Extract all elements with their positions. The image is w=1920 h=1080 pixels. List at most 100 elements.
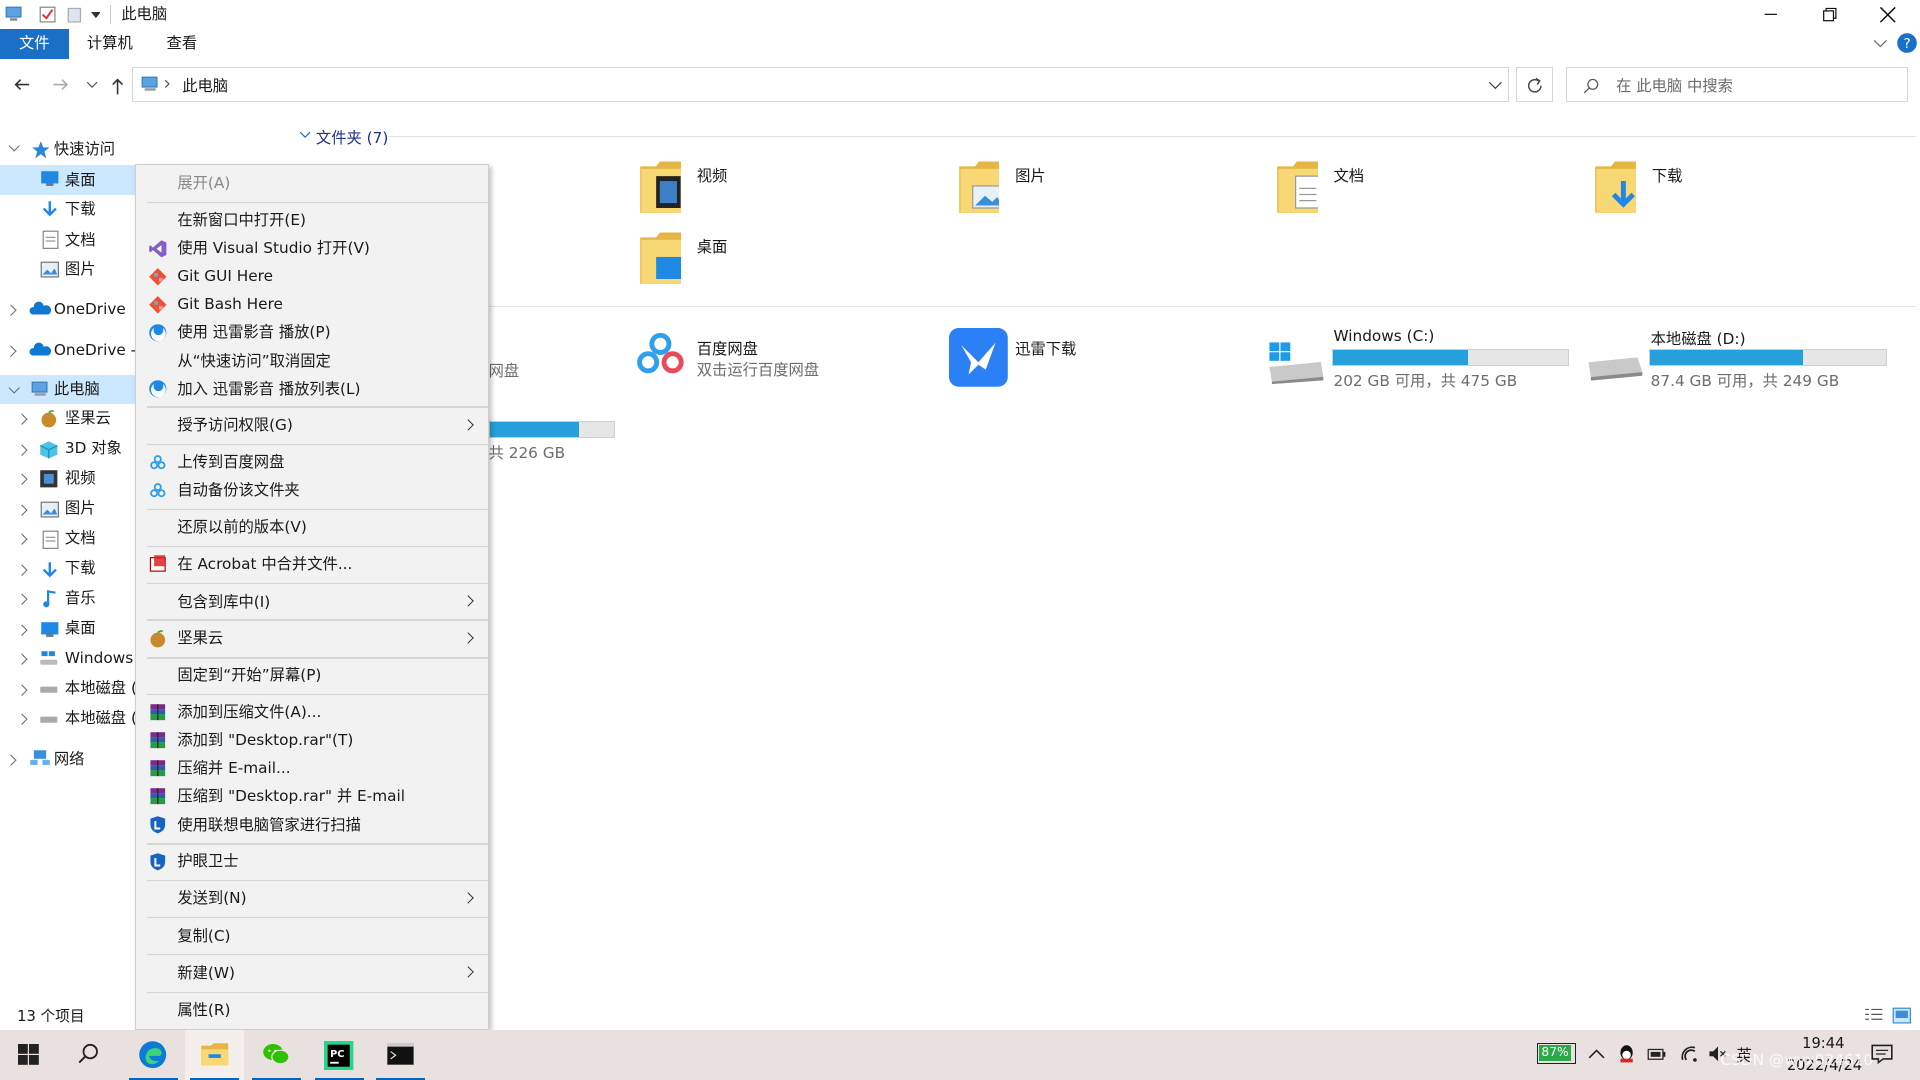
menu-jianguoyun[interactable]: 坚果云 bbox=[136, 625, 487, 652]
up-icon[interactable] bbox=[109, 76, 126, 96]
properties-quick-icon[interactable] bbox=[39, 6, 56, 23]
address-bar[interactable]: 此电脑 bbox=[132, 67, 1509, 102]
expand-chevron-icon[interactable] bbox=[5, 753, 18, 766]
start-windows-icon[interactable] bbox=[18, 1044, 40, 1066]
drive-d-label[interactable]: 本地磁盘 (D:) bbox=[1651, 327, 1746, 349]
expand-chevron-icon[interactable] bbox=[16, 563, 29, 576]
nav-pc-jianguoyun[interactable]: 坚果云 bbox=[65, 405, 111, 432]
menu-restore-versions[interactable]: 还原以前的版本(V) bbox=[136, 514, 487, 541]
nav-onedrive[interactable]: OneDrive bbox=[54, 296, 126, 323]
menu-xunlei-play[interactable]: 使用 迅雷影音 播放(P) bbox=[136, 319, 487, 346]
menu-git-gui[interactable]: Git GUI Here bbox=[136, 263, 487, 290]
taskbar-pycharm[interactable]: PC bbox=[310, 1030, 369, 1080]
menu-git-bash[interactable]: Git Bash Here bbox=[136, 291, 487, 318]
expand-chevron-icon[interactable] bbox=[16, 503, 29, 516]
expand-chevron-icon[interactable] bbox=[5, 304, 18, 317]
search-icon[interactable] bbox=[78, 1043, 100, 1065]
notification-center-icon[interactable] bbox=[1871, 1043, 1893, 1065]
search-placeholder[interactable]: 在 此电脑 中搜索 bbox=[1616, 74, 1733, 96]
menu-eye-guard[interactable]: 护眼卫士 bbox=[136, 848, 487, 875]
large-icons-view-icon[interactable] bbox=[1892, 1007, 1912, 1024]
nav-pc-desktop[interactable]: 桌面 bbox=[65, 615, 96, 642]
customize-toolbar-icon[interactable] bbox=[90, 12, 101, 19]
windows-drive-icon[interactable] bbox=[1267, 340, 1326, 385]
nav-pc-windows[interactable]: Windows bbox=[65, 645, 133, 672]
nav-quick-downloads[interactable]: 下载 bbox=[65, 196, 96, 223]
desktop-folder-icon[interactable] bbox=[639, 230, 681, 285]
videos-folder-icon[interactable] bbox=[639, 159, 681, 214]
menu-copy[interactable]: 复制(C) bbox=[136, 923, 487, 950]
documents-folder-label[interactable]: 文档 bbox=[1333, 164, 1364, 186]
menu-auto-backup[interactable]: 自动备份该文件夹 bbox=[136, 477, 487, 504]
desktop-folder-label[interactable]: 桌面 bbox=[697, 235, 728, 257]
wifi-icon[interactable] bbox=[1679, 1044, 1699, 1064]
forward-icon[interactable] bbox=[51, 76, 71, 93]
menu-pin-start[interactable]: 固定到“开始”屏幕(P) bbox=[136, 662, 487, 689]
nav-quick-documents[interactable]: 文档 bbox=[65, 227, 96, 254]
address-path[interactable]: 此电脑 bbox=[182, 74, 228, 96]
qq-icon[interactable] bbox=[1618, 1044, 1635, 1064]
this-pc-icon[interactable] bbox=[5, 6, 25, 23]
menu-open-new-window[interactable]: 在新窗口中打开(E) bbox=[136, 207, 487, 234]
menu-expand[interactable]: 展开(A) bbox=[136, 170, 487, 197]
help-icon[interactable]: ? bbox=[1896, 32, 1918, 54]
menu-compress-email[interactable]: 压缩并 E-mail... bbox=[136, 755, 487, 782]
restore-icon[interactable] bbox=[1820, 6, 1840, 23]
expand-chevron-icon[interactable] bbox=[16, 623, 29, 636]
nav-quick-desktop[interactable]: 桌面 bbox=[65, 167, 96, 194]
minimize-icon[interactable] bbox=[1761, 7, 1781, 22]
back-icon[interactable] bbox=[12, 76, 32, 93]
refresh-button[interactable] bbox=[1515, 67, 1553, 102]
nav-pc-pictures[interactable]: 图片 bbox=[65, 495, 96, 522]
nav-pc-documents[interactable]: 文档 bbox=[65, 525, 96, 552]
tab-view[interactable]: 查看 bbox=[151, 29, 213, 58]
menu-acrobat-merge[interactable]: 在 Acrobat 中合并文件... bbox=[136, 551, 487, 578]
downloads-folder-label[interactable]: 下载 bbox=[1652, 164, 1683, 186]
drive-c-label[interactable]: Windows (C:) bbox=[1333, 327, 1434, 345]
nav-pc-3d[interactable]: 3D 对象 bbox=[65, 435, 122, 462]
close-icon[interactable] bbox=[1878, 5, 1898, 25]
nav-pc-downloads[interactable]: 下载 bbox=[65, 555, 96, 582]
nav-pc-videos[interactable]: 视频 bbox=[65, 465, 96, 492]
taskbar-file-explorer[interactable] bbox=[184, 1029, 244, 1080]
menu-upload-baidu[interactable]: 上传到百度网盘 bbox=[136, 449, 487, 476]
pictures-folder-label[interactable]: 图片 bbox=[1015, 164, 1046, 186]
taskbar-edge[interactable] bbox=[124, 1030, 183, 1080]
menu-new[interactable]: 新建(W) bbox=[136, 960, 487, 987]
expand-chevron-icon[interactable] bbox=[16, 533, 29, 546]
menu-lenovo-scan[interactable]: 使用联想电脑管家进行扫描 bbox=[136, 812, 487, 839]
menu-unpin-quick-access[interactable]: 从“快速访问”取消固定 bbox=[136, 348, 487, 375]
show-hidden-icons-icon[interactable] bbox=[1588, 1048, 1605, 1060]
expand-chevron-icon[interactable] bbox=[16, 443, 29, 456]
expand-chevron-icon[interactable] bbox=[16, 713, 29, 726]
recent-locations-icon[interactable] bbox=[86, 81, 98, 91]
menu-open-visual-studio[interactable]: 使用 Visual Studio 打开(V) bbox=[136, 235, 487, 262]
menu-xunlei-playlist[interactable]: 加入 迅雷影音 播放列表(L) bbox=[136, 376, 487, 403]
menu-add-desktop-rar[interactable]: 添加到 "Desktop.rar"(T) bbox=[136, 727, 487, 754]
videos-folder-label[interactable]: 视频 bbox=[697, 164, 728, 186]
baidu-netdisk-icon[interactable] bbox=[631, 328, 690, 387]
expand-chevron-icon[interactable] bbox=[16, 593, 29, 606]
menu-properties[interactable]: 属性(R) bbox=[136, 997, 487, 1024]
xunlei-download-label[interactable]: 迅雷下载 bbox=[1015, 337, 1076, 359]
menu-add-archive[interactable]: 添加到压缩文件(A)... bbox=[136, 699, 487, 726]
folders-group-header[interactable]: 文件夹 (7) bbox=[316, 126, 388, 148]
menu-grant-access[interactable]: 授予访问权限(G) bbox=[136, 412, 487, 439]
taskbar-wechat[interactable] bbox=[247, 1030, 306, 1080]
nav-onedrive-business[interactable]: OneDrive - bbox=[54, 337, 136, 364]
nav-quick-pictures[interactable]: 图片 bbox=[65, 256, 96, 283]
documents-folder-icon[interactable] bbox=[1276, 159, 1318, 214]
xunlei-download-icon[interactable] bbox=[948, 328, 1008, 387]
expand-chevron-icon[interactable] bbox=[16, 653, 29, 666]
nav-quick-access[interactable]: 快速访问 bbox=[54, 136, 115, 163]
expand-chevron-icon[interactable] bbox=[8, 140, 20, 153]
nav-pc-local-disk[interactable]: 本地磁盘 ( bbox=[65, 675, 137, 702]
clock-time[interactable]: 19:44 bbox=[1787, 1035, 1860, 1052]
expand-chevron-icon[interactable] bbox=[5, 344, 18, 357]
baidu-netdisk-label[interactable]: 百度网盘 bbox=[697, 337, 758, 359]
nav-pc-local-disk-2[interactable]: 本地磁盘 ( bbox=[65, 705, 137, 732]
new-folder-quick-icon[interactable] bbox=[67, 6, 82, 23]
expand-chevron-icon[interactable] bbox=[16, 473, 29, 486]
tab-computer[interactable]: 计算机 bbox=[71, 29, 149, 58]
collapse-group-icon[interactable] bbox=[299, 131, 311, 141]
